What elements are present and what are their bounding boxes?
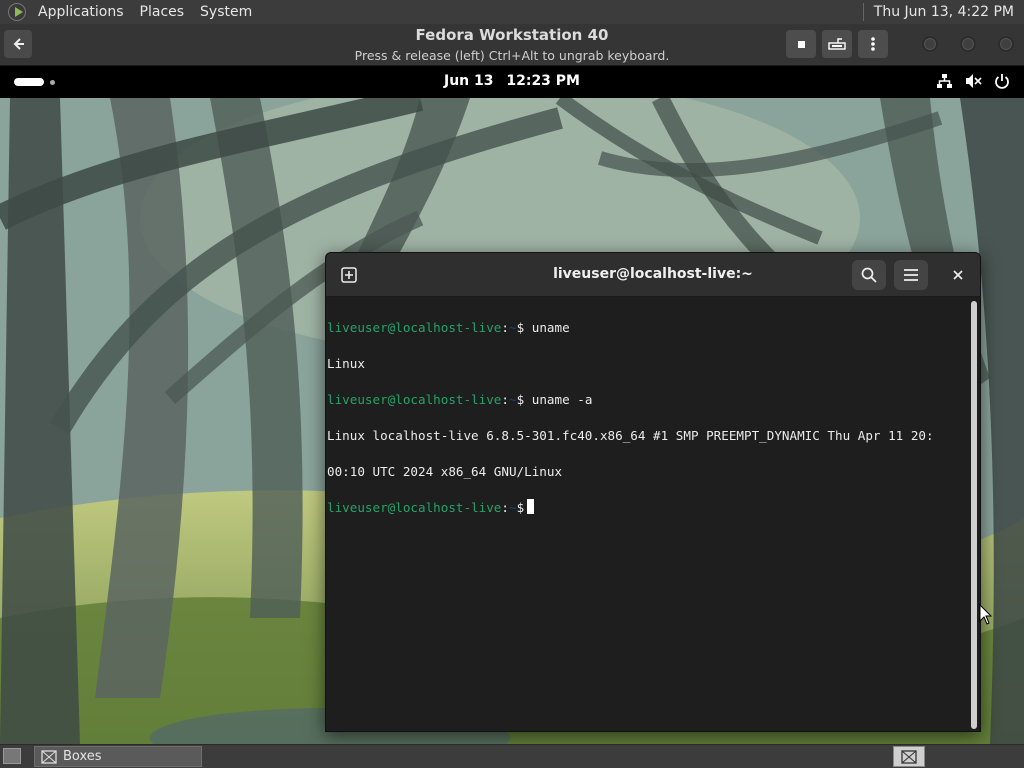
- search-icon: [861, 267, 877, 283]
- minimize-button[interactable]: [922, 36, 938, 52]
- boxes-app-icon: [41, 749, 57, 764]
- mate-logo-icon[interactable]: [8, 3, 26, 21]
- host-top-panel: Applications Places System Thu Jun 13, 4…: [0, 0, 1024, 24]
- prompt-user: liveuser@localhost-live: [327, 320, 502, 335]
- host-bottom-panel: Boxes: [0, 744, 1024, 768]
- workspace-window-icon: [901, 749, 917, 764]
- stop-button[interactable]: [786, 30, 816, 58]
- guest-top-bar: Jun 13 12:23 PM: [0, 66, 1024, 98]
- close-icon: [953, 270, 963, 280]
- boxes-headerbar: Fedora Workstation 40 Press & release (l…: [0, 24, 1024, 66]
- prompt-user: liveuser@localhost-live: [327, 392, 502, 407]
- terminal-line: liveuser@localhost-live:~$ uname -a: [327, 391, 968, 409]
- power-icon: [995, 74, 1009, 89]
- stop-icon: [798, 41, 805, 48]
- prompt-dollar: $: [516, 500, 525, 515]
- prompt-path: ~: [508, 320, 517, 335]
- mouse-pointer-icon: [979, 604, 993, 625]
- search-button[interactable]: [852, 260, 886, 290]
- prompt-path: ~: [508, 392, 517, 407]
- terminal-line: Linux localhost-live 6.8.5-301.fc40.x86_…: [327, 428, 934, 443]
- terminal-line: 00:10 UTC 2024 x86_64 GNU/Linux: [327, 464, 563, 479]
- terminal-headerbar[interactable]: liveuser@localhost-live:~: [326, 253, 980, 297]
- menu-button[interactable]: [858, 30, 888, 58]
- terminal-line: liveuser@localhost-live:~$: [327, 499, 968, 517]
- terminal-window[interactable]: liveuser@localhost-live:~ liveuser@local…: [325, 252, 981, 732]
- guest-clock[interactable]: Jun 13 12:23 PM: [0, 73, 1024, 89]
- prompt-colon: :: [501, 392, 509, 407]
- host-clock[interactable]: Thu Jun 13, 4:22 PM: [864, 4, 1024, 20]
- terminal-close-button[interactable]: [941, 260, 975, 290]
- system-status-area[interactable]: [936, 73, 1010, 89]
- desktop-wallpaper: liveuser@localhost-live:~ liveuser@local…: [0, 98, 1024, 744]
- terminal-output[interactable]: liveuser@localhost-live:~$ uname Linux l…: [326, 301, 968, 731]
- terminal-scrollbar[interactable]: [971, 301, 977, 729]
- menu-applications[interactable]: Applications: [30, 0, 132, 24]
- maximize-button[interactable]: [960, 36, 976, 52]
- prompt-colon: :: [501, 320, 509, 335]
- menu-system[interactable]: System: [192, 0, 260, 24]
- keyboard-icon: [828, 38, 846, 50]
- terminal-cursor: [527, 499, 535, 514]
- prompt-colon: :: [501, 500, 509, 515]
- workspace-switcher[interactable]: [893, 746, 925, 767]
- terminal-line: liveuser@localhost-live:~$ uname: [327, 319, 968, 337]
- taskbar-item-label: Boxes: [63, 749, 102, 764]
- command-text: uname: [531, 320, 570, 335]
- prompt-path: ~: [508, 500, 517, 515]
- prompt-dollar: $: [516, 392, 532, 407]
- kebab-menu-icon: [871, 37, 875, 51]
- guest-time: 12:23 PM: [506, 73, 580, 89]
- hamburger-menu-icon: [904, 269, 918, 281]
- command-text: uname -a: [531, 392, 593, 407]
- keyboard-button[interactable]: [822, 30, 852, 58]
- menu-places[interactable]: Places: [132, 0, 193, 24]
- terminal-line: Linux: [327, 356, 365, 371]
- guest-date: Jun 13: [443, 73, 494, 89]
- prompt-dollar: $: [516, 320, 532, 335]
- hamburger-menu-button[interactable]: [894, 260, 928, 290]
- volume-muted-icon: [966, 74, 982, 88]
- show-desktop-icon[interactable]: [3, 748, 21, 764]
- network-icon: [937, 74, 952, 88]
- taskbar-item-boxes[interactable]: Boxes: [34, 746, 202, 767]
- close-button[interactable]: [998, 36, 1014, 52]
- prompt-user: liveuser@localhost-live: [327, 500, 502, 515]
